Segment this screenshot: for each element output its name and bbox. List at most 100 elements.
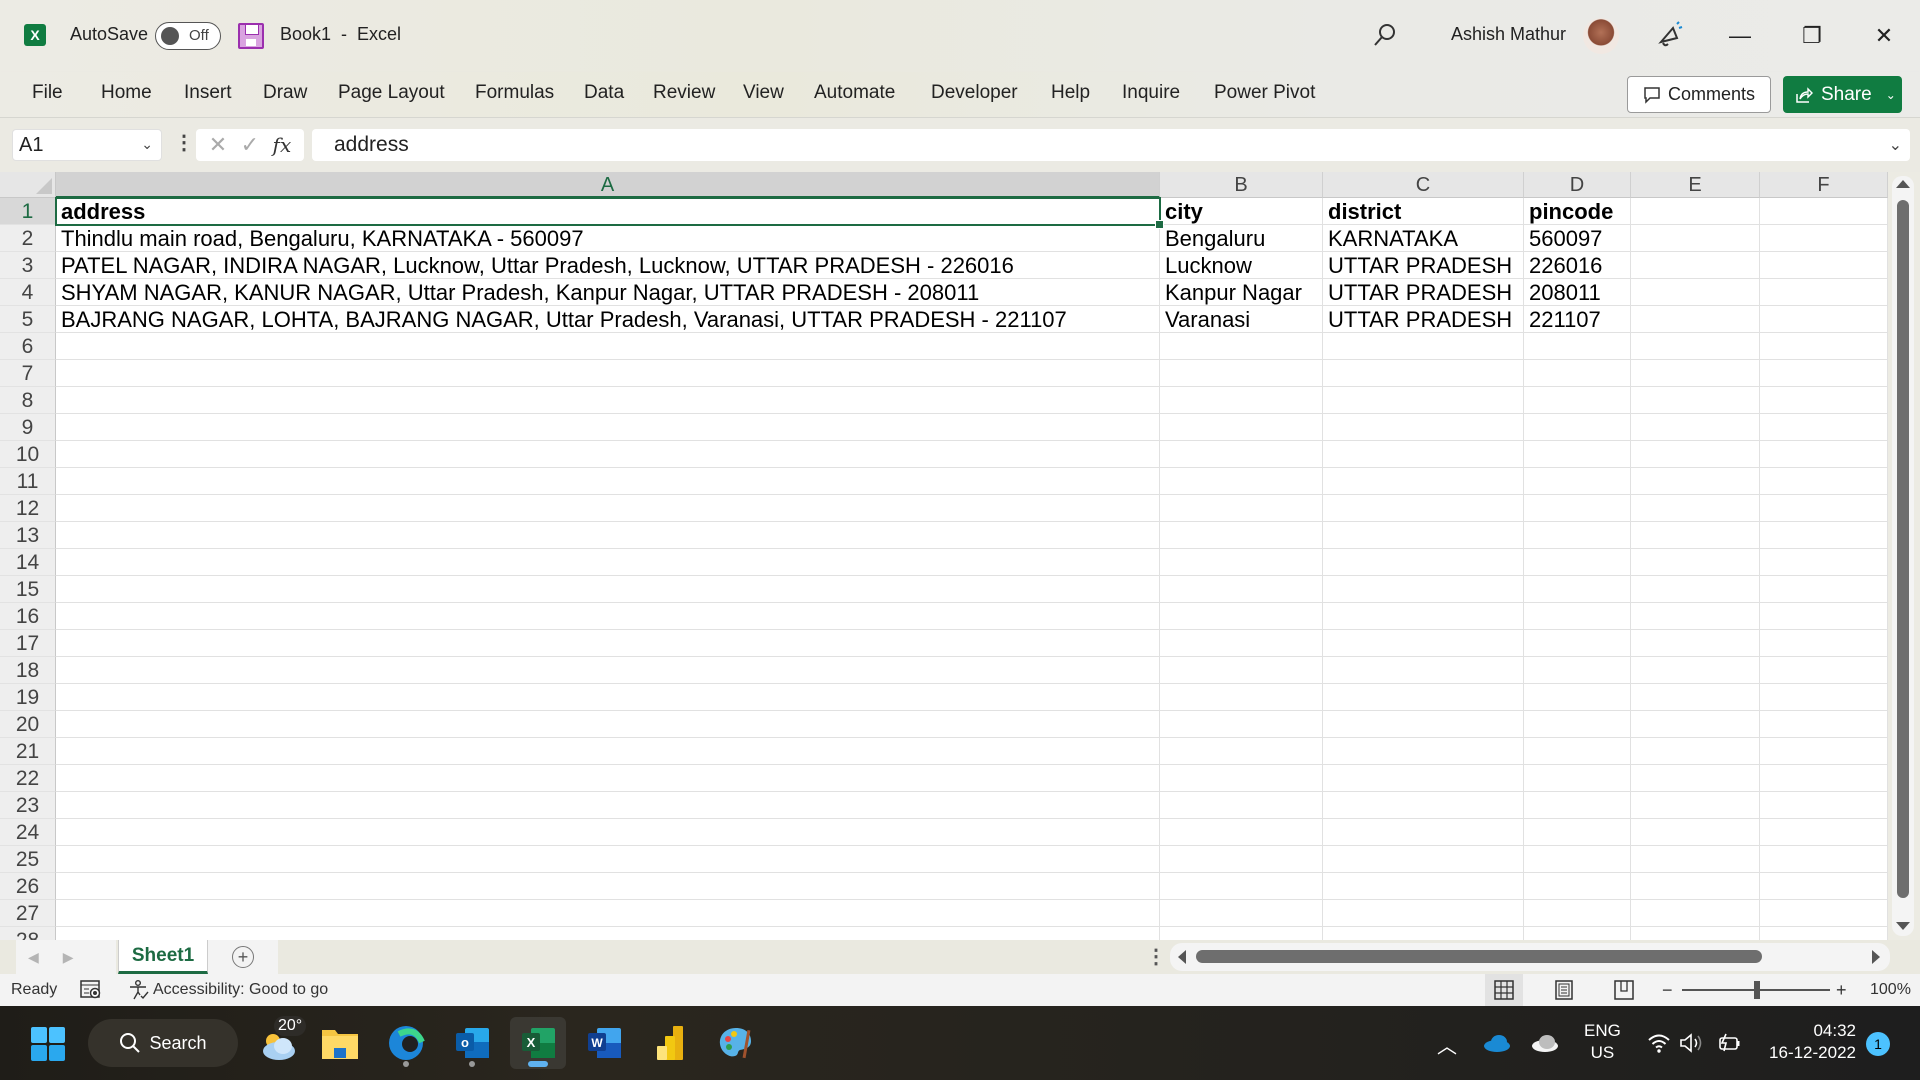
cell-f1[interactable]	[1760, 198, 1888, 225]
accessibility-checker[interactable]: Accessibility: Good to go	[128, 974, 328, 1006]
cell-e9[interactable]	[1631, 414, 1760, 441]
tab-page-layout[interactable]: Page Layout	[338, 82, 445, 104]
column-header-d[interactable]: D	[1524, 172, 1631, 198]
cell-c7[interactable]	[1323, 360, 1524, 387]
cell-a22[interactable]	[56, 765, 1160, 792]
cell-e21[interactable]	[1631, 738, 1760, 765]
clock[interactable]: 04:32 16-12-2022	[1764, 1020, 1856, 1064]
row-header-15[interactable]: 15	[0, 576, 56, 603]
cell-a25[interactable]	[56, 846, 1160, 873]
cell-b1[interactable]: city	[1160, 198, 1323, 225]
new-sheet-button[interactable]: +	[208, 940, 278, 974]
cell-a4[interactable]: SHYAM NAGAR, KANUR NAGAR, Uttar Pradesh,…	[56, 279, 1160, 306]
tab-home[interactable]: Home	[101, 82, 152, 104]
next-sheet-icon[interactable]: ▶	[63, 949, 74, 966]
tab-developer[interactable]: Developer	[931, 82, 1018, 104]
row-header-5[interactable]: 5	[0, 306, 56, 333]
cell-c13[interactable]	[1323, 522, 1524, 549]
cell-c8[interactable]	[1323, 387, 1524, 414]
cell-d12[interactable]	[1524, 495, 1631, 522]
cell-f20[interactable]	[1760, 711, 1888, 738]
row-header-28[interactable]: 28	[0, 927, 56, 940]
cell-d9[interactable]	[1524, 414, 1631, 441]
weather-widget[interactable]: 20°	[254, 1016, 307, 1068]
tab-draw[interactable]: Draw	[263, 82, 307, 104]
battery-charging-icon[interactable]	[1716, 1030, 1744, 1056]
cell-f7[interactable]	[1760, 360, 1888, 387]
cell-d17[interactable]	[1524, 630, 1631, 657]
cell-e10[interactable]	[1631, 441, 1760, 468]
cell-f21[interactable]	[1760, 738, 1888, 765]
page-layout-view-button[interactable]	[1545, 974, 1583, 1006]
cell-c3[interactable]: UTTAR PRADESH	[1323, 252, 1524, 279]
sheet-tab-sheet1[interactable]: Sheet1	[118, 940, 208, 974]
cell-b22[interactable]	[1160, 765, 1323, 792]
cell-b9[interactable]	[1160, 414, 1323, 441]
cell-d4[interactable]: 208011	[1524, 279, 1631, 306]
row-header-3[interactable]: 3	[0, 252, 56, 279]
cell-f10[interactable]	[1760, 441, 1888, 468]
cell-d27[interactable]	[1524, 900, 1631, 927]
notification-badge[interactable]: 1	[1866, 1032, 1890, 1056]
cell-b3[interactable]: Lucknow	[1160, 252, 1323, 279]
cell-f28[interactable]	[1760, 927, 1888, 940]
cell-b17[interactable]	[1160, 630, 1323, 657]
cell-d26[interactable]	[1524, 873, 1631, 900]
cell-d19[interactable]	[1524, 684, 1631, 711]
cell-d25[interactable]	[1524, 846, 1631, 873]
cell-e6[interactable]	[1631, 333, 1760, 360]
previous-sheet-icon[interactable]: ◀	[28, 949, 39, 966]
cell-d5[interactable]: 221107	[1524, 306, 1631, 333]
column-header-c[interactable]: C	[1323, 172, 1524, 198]
cell-b7[interactable]	[1160, 360, 1323, 387]
row-header-2[interactable]: 2	[0, 225, 56, 252]
cell-d3[interactable]: 226016	[1524, 252, 1631, 279]
row-header-13[interactable]: 13	[0, 522, 56, 549]
scroll-thumb[interactable]	[1897, 200, 1909, 898]
formula-input[interactable]: address ⌄	[312, 129, 1910, 161]
cell-a28[interactable]	[56, 927, 1160, 940]
column-header-b[interactable]: B	[1160, 172, 1323, 198]
row-header-7[interactable]: 7	[0, 360, 56, 387]
cell-c28[interactable]	[1323, 927, 1524, 940]
cell-e13[interactable]	[1631, 522, 1760, 549]
cell-a7[interactable]	[56, 360, 1160, 387]
cell-c14[interactable]	[1323, 549, 1524, 576]
zoom-in-button[interactable]: +	[1836, 974, 1847, 1006]
cell-c15[interactable]	[1323, 576, 1524, 603]
taskbar-edge[interactable]	[378, 1017, 434, 1069]
cell-f17[interactable]	[1760, 630, 1888, 657]
tab-insert[interactable]: Insert	[184, 82, 232, 104]
cell-d16[interactable]	[1524, 603, 1631, 630]
cell-e22[interactable]	[1631, 765, 1760, 792]
cell-b12[interactable]	[1160, 495, 1323, 522]
cell-b21[interactable]	[1160, 738, 1323, 765]
cell-a20[interactable]	[56, 711, 1160, 738]
cell-b14[interactable]	[1160, 549, 1323, 576]
cell-d6[interactable]	[1524, 333, 1631, 360]
scroll-right-arrow-icon[interactable]	[1872, 950, 1880, 964]
cell-d7[interactable]	[1524, 360, 1631, 387]
cell-d2[interactable]: 560097	[1524, 225, 1631, 252]
cell-b16[interactable]	[1160, 603, 1323, 630]
cell-e3[interactable]	[1631, 252, 1760, 279]
cell-f24[interactable]	[1760, 819, 1888, 846]
cell-e4[interactable]	[1631, 279, 1760, 306]
cell-f14[interactable]	[1760, 549, 1888, 576]
tab-power-pivot[interactable]: Power Pivot	[1214, 82, 1315, 104]
cell-b18[interactable]	[1160, 657, 1323, 684]
cell-a11[interactable]	[56, 468, 1160, 495]
zoom-slider-knob[interactable]	[1754, 981, 1760, 999]
cell-f25[interactable]	[1760, 846, 1888, 873]
taskbar-excel[interactable]: X	[510, 1017, 566, 1069]
tab-view[interactable]: View	[743, 82, 784, 104]
cell-a26[interactable]	[56, 873, 1160, 900]
cell-c19[interactable]	[1323, 684, 1524, 711]
taskbar-search[interactable]: Search	[88, 1019, 238, 1067]
cell-b15[interactable]	[1160, 576, 1323, 603]
cell-f8[interactable]	[1760, 387, 1888, 414]
chevron-down-icon[interactable]: ⌄	[141, 136, 153, 153]
cell-d20[interactable]	[1524, 711, 1631, 738]
row-header-16[interactable]: 16	[0, 603, 56, 630]
cell-a21[interactable]	[56, 738, 1160, 765]
